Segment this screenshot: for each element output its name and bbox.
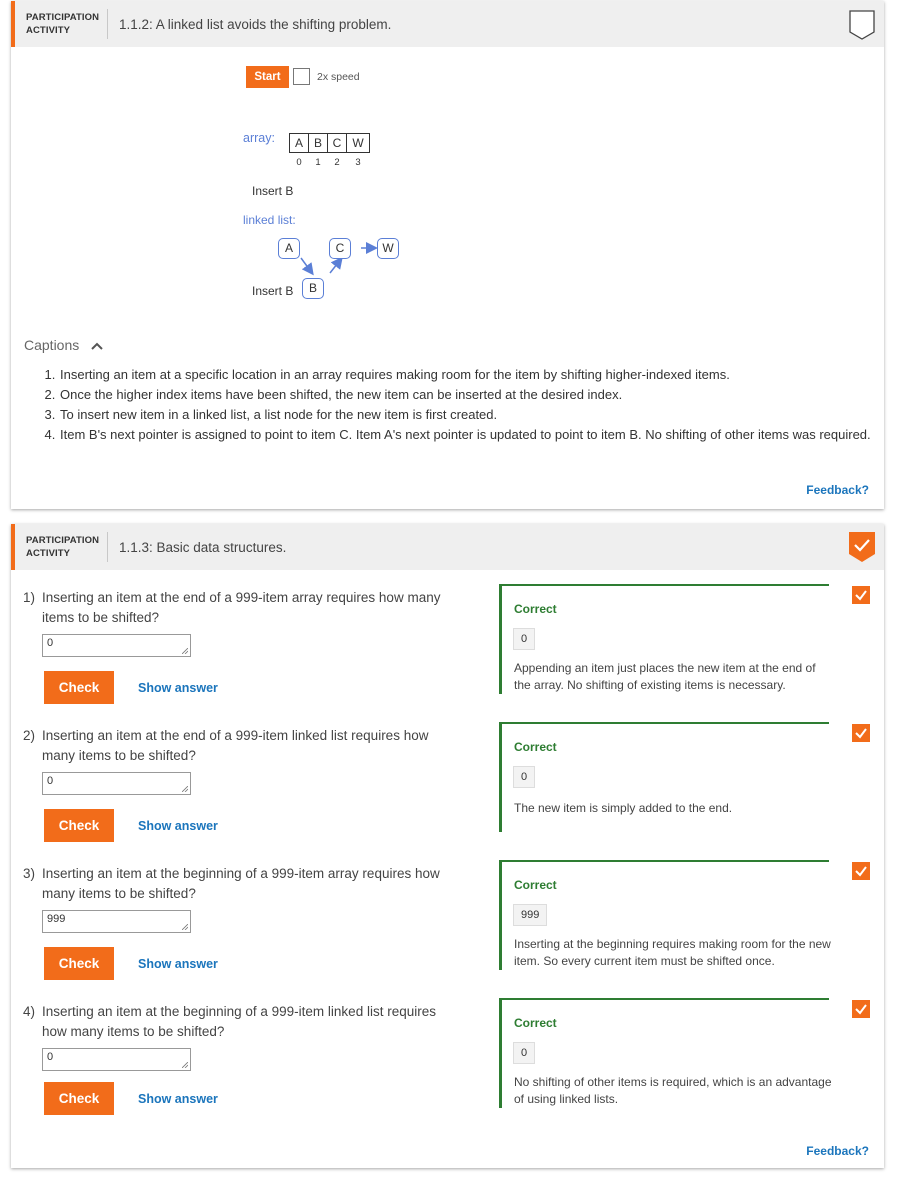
- show-answer-link[interactable]: Show answer: [138, 1092, 218, 1106]
- resize-grip-icon[interactable]: [182, 924, 188, 930]
- caption-item: Item B's next pointer is assigned to poi…: [59, 425, 909, 445]
- show-answer-link[interactable]: Show answer: [138, 819, 218, 833]
- answer-explanation: No shifting of other items is required, …: [514, 1075, 832, 1106]
- resize-grip-icon[interactable]: [182, 648, 188, 654]
- check-icon: [852, 862, 870, 880]
- array-cell: C: [327, 133, 347, 153]
- list-node-b: B: [302, 278, 324, 299]
- resize-grip-icon[interactable]: [182, 786, 188, 792]
- speed-label: 2x speed: [317, 71, 360, 83]
- speed-checkbox[interactable]: [293, 68, 310, 85]
- activity-type-label: PARTICIPATION ACTIVITY: [26, 535, 100, 559]
- list-node-a: A: [278, 238, 300, 259]
- check-icon: [852, 586, 870, 604]
- answer-input[interactable]: 0: [42, 772, 191, 795]
- correct-answer-value: 999: [513, 904, 548, 926]
- header-divider: [107, 9, 108, 39]
- header-divider: [107, 532, 108, 562]
- correct-label: Correct: [514, 740, 557, 754]
- answer-input[interactable]: 0: [42, 1048, 191, 1071]
- answer-explanation: Appending an item just places the new it…: [514, 661, 816, 692]
- array-index: 1: [315, 157, 321, 168]
- array-cell: B: [308, 133, 328, 153]
- participation-activity-1: PARTICIPATION ACTIVITY 1.1.2: A linked l…: [11, 1, 884, 509]
- start-button[interactable]: Start: [246, 66, 289, 88]
- bookmark-outline-icon: [849, 10, 875, 40]
- array-index: 3: [355, 157, 361, 168]
- insert-label: Insert B: [252, 184, 294, 198]
- activity-title: 1.1.2: A linked list avoids the shifting…: [119, 17, 392, 32]
- activity-header: PARTICIPATION ACTIVITY 1.1.3: Basic data…: [11, 524, 884, 570]
- answer-feedback: Correct 0 No shifting of other items is …: [499, 998, 832, 1108]
- animation-area: Start 2x speed array: A B C W 0 1 2 3 In…: [11, 47, 884, 497]
- answer-feedback: Correct 999 Inserting at the beginning r…: [499, 860, 831, 970]
- check-button[interactable]: Check: [44, 1082, 114, 1115]
- question-1: 1) Inserting an item at the end of a 999-…: [11, 570, 884, 708]
- answer-explanation: Inserting at the beginning requires maki…: [514, 937, 831, 968]
- answer-input[interactable]: 999: [42, 910, 191, 933]
- check-button[interactable]: Check: [44, 809, 114, 842]
- correct-answer-value: 0: [513, 1042, 536, 1064]
- caption-item: To insert new item in a linked list, a l…: [59, 405, 909, 425]
- check-button[interactable]: Check: [44, 671, 114, 704]
- captions-toggle[interactable]: Captions: [24, 337, 103, 353]
- array-cell: W: [346, 133, 370, 153]
- correct-answer-value: 0: [513, 766, 536, 788]
- activity-title: 1.1.3: Basic data structures.: [119, 540, 287, 555]
- feedback-link[interactable]: Feedback?: [806, 1144, 869, 1158]
- check-icon: [852, 724, 870, 742]
- show-answer-link[interactable]: Show answer: [138, 957, 218, 971]
- correct-label: Correct: [514, 602, 557, 616]
- answer-feedback: Correct 0 The new item is simply added t…: [499, 722, 829, 832]
- linked-list-label: linked list:: [243, 213, 296, 227]
- list-node-c: C: [329, 238, 351, 259]
- participation-activity-2: PARTICIPATION ACTIVITY 1.1.3: Basic data…: [11, 524, 884, 1168]
- question-text: 3) Inserting an item at the beginning of …: [23, 866, 440, 901]
- question-2: 2) Inserting an item at the end of a 999-…: [11, 708, 884, 846]
- question-text: 4) Inserting an item at the beginning of …: [23, 1004, 436, 1039]
- checkmark-badge-icon: [849, 532, 875, 562]
- question-3: 3) Inserting an item at the beginning of …: [11, 846, 884, 984]
- question-text: 1) Inserting an item at the end of a 999-…: [23, 590, 441, 625]
- feedback-link[interactable]: Feedback?: [806, 483, 869, 497]
- show-answer-link[interactable]: Show answer: [138, 681, 218, 695]
- array-index: 2: [334, 157, 340, 168]
- captions-list: Inserting an item at a specific location…: [24, 365, 909, 445]
- correct-answer-value: 0: [513, 628, 536, 650]
- array-index: 0: [296, 157, 302, 168]
- answer-explanation: The new item is simply added to the end.: [514, 801, 733, 815]
- insert-label-2: Insert B: [252, 284, 294, 298]
- array-label: array:: [243, 131, 275, 145]
- question-text: 2) Inserting an item at the end of a 999-…: [23, 728, 429, 763]
- answer-input[interactable]: 0: [42, 634, 191, 657]
- activity-type-label: PARTICIPATION ACTIVITY: [26, 12, 100, 36]
- answer-feedback: Correct 0 Appending an item just places …: [499, 584, 829, 694]
- caption-item: Inserting an item at a specific location…: [59, 365, 909, 385]
- resize-grip-icon[interactable]: [182, 1062, 188, 1068]
- check-icon: [852, 1000, 870, 1018]
- activity-header: PARTICIPATION ACTIVITY 1.1.2: A linked l…: [11, 1, 884, 47]
- list-node-w: W: [377, 238, 399, 259]
- check-button[interactable]: Check: [44, 947, 114, 980]
- chevron-up-icon: [91, 342, 103, 351]
- correct-label: Correct: [514, 878, 557, 892]
- array-cell: A: [289, 133, 309, 153]
- caption-item: Once the higher index items have been sh…: [59, 385, 909, 405]
- correct-label: Correct: [514, 1016, 557, 1030]
- question-4: 4) Inserting an item at the beginning of …: [11, 984, 884, 1122]
